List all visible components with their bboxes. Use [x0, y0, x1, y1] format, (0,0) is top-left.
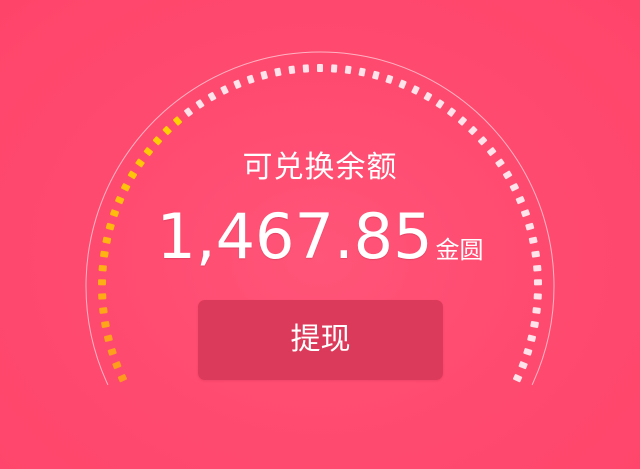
gauge-dot-remaining: [220, 85, 229, 95]
gauge-dot-filled: [101, 320, 110, 328]
gauge-dot-remaining: [523, 348, 533, 356]
gauge-dot-remaining: [233, 79, 242, 89]
gauge-dot-remaining: [372, 70, 380, 80]
balance-amount: 1,467.85: [156, 200, 433, 273]
gauge-dot-remaining: [447, 107, 456, 117]
gauge-dot-filled: [97, 279, 107, 286]
gauge-dot-remaining: [532, 307, 541, 314]
gauge-dot-remaining: [302, 64, 310, 73]
gauge-dot-remaining: [344, 65, 352, 75]
gauge-dot-remaining: [533, 293, 542, 300]
gauge-dot-remaining: [207, 91, 217, 102]
gauge-dot-filled: [173, 116, 183, 126]
gauge-dot-remaining: [411, 85, 420, 95]
gauge-dot-remaining: [330, 64, 338, 73]
gauge-dot-remaining: [513, 374, 523, 383]
gauge-dot-remaining: [260, 70, 268, 80]
gauge-dot-remaining: [435, 99, 445, 109]
gauge-dot-remaining: [398, 79, 407, 89]
withdraw-button[interactable]: 提现: [198, 300, 443, 380]
gauge-dot-remaining: [246, 74, 255, 84]
gauge-dot-filled: [117, 374, 127, 383]
gauge-dot-remaining: [518, 361, 528, 370]
gauge-dot-filled: [99, 307, 108, 314]
gauge-dot-remaining: [527, 334, 537, 342]
gauge-dot-filled: [112, 361, 122, 370]
balance-unit: 金圆: [435, 236, 484, 264]
gauge-dot-remaining: [530, 320, 539, 328]
gauge-dot-remaining: [423, 91, 433, 102]
balance-label: 可兑换余额: [242, 150, 398, 185]
balance-amount-row: 1,467.85 金圆: [0, 200, 640, 273]
gauge-dot-remaining: [274, 67, 282, 77]
gauge-dot-remaining: [468, 126, 478, 136]
gauge-dot-remaining: [317, 64, 323, 72]
gauge-dot-remaining: [358, 67, 366, 77]
balance-screen: 可兑换余额 1,467.85 金圆 提现: [0, 0, 640, 469]
gauge-dot-filled: [98, 293, 107, 300]
gauge-dot-remaining: [533, 279, 543, 286]
gauge-dot-remaining: [184, 107, 193, 117]
gauge-dot-remaining: [457, 116, 467, 126]
gauge-dot-remaining: [288, 65, 296, 75]
gauge-dot-filled: [162, 126, 172, 136]
gauge-dot-remaining: [195, 99, 205, 109]
gauge-dot-remaining: [385, 74, 394, 84]
gauge-dot-filled: [107, 348, 117, 356]
gauge-dot-filled: [103, 334, 113, 342]
